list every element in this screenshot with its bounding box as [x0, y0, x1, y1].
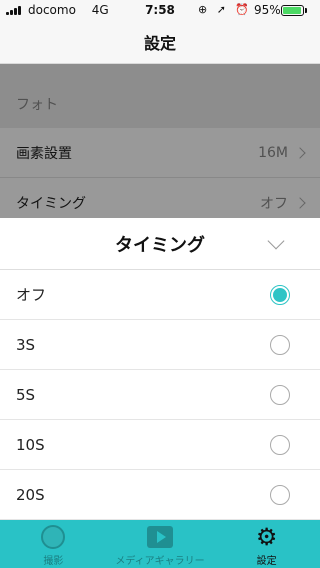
option-label: オフ — [16, 286, 47, 304]
tab-label: 撮影 — [43, 556, 64, 567]
option-row[interactable]: 3S — [0, 320, 320, 370]
radio-selected[interactable] — [270, 284, 290, 305]
battery-cap — [305, 8, 307, 13]
option-row[interactable]: 10S — [0, 420, 320, 470]
tab-label: 設定 — [256, 556, 277, 567]
battery-percent: 95% — [254, 3, 281, 17]
radio-unselected[interactable] — [270, 334, 290, 355]
option-label: 5S — [16, 385, 36, 404]
collapse-sheet-button[interactable] — [264, 232, 288, 256]
radio-unselected[interactable] — [270, 434, 290, 455]
gear-icon: ⚙ — [255, 523, 278, 551]
camera-icon — [41, 525, 66, 549]
timing-picker-sheet: タイミング オフ 3S 5S 10S 20S — [0, 218, 320, 520]
radio-unselected[interactable] — [270, 484, 290, 505]
radio-dot — [273, 287, 287, 302]
option-row[interactable]: オフ — [0, 270, 320, 320]
status-bar: docomo 4G 7:58 ⊕ ➚ ⏰ 95% — [0, 0, 320, 20]
option-label: 3S — [16, 335, 36, 354]
option-label: 20S — [16, 485, 45, 504]
sheet-title: タイミング — [115, 234, 205, 256]
option-row[interactable]: 20S — [0, 470, 320, 520]
battery-fill — [283, 7, 302, 14]
tab-media-gallery[interactable]: メディアギャラリー — [107, 520, 214, 568]
page-title: 設定 — [143, 33, 176, 53]
sheet-header: タイミング — [0, 218, 320, 270]
option-row[interactable]: 5S — [0, 370, 320, 420]
option-label: 10S — [16, 435, 45, 454]
nav-bar: 設定 — [0, 20, 320, 64]
tab-label: メディアギャラリー — [115, 556, 205, 567]
option-list: オフ 3S 5S 10S 20S — [0, 270, 320, 520]
chevron-down-icon — [267, 232, 285, 250]
status-icons: ⊕ ➚ ⏰ — [198, 3, 253, 16]
media-play-icon — [147, 526, 173, 548]
tab-settings[interactable]: ⚙ 設定 — [213, 520, 320, 568]
battery-icon — [281, 5, 304, 16]
tab-capture[interactable]: 撮影 — [0, 520, 107, 568]
radio-unselected[interactable] — [270, 384, 290, 405]
tab-bar: 撮影 メディアギャラリー ⚙ 設定 — [0, 520, 320, 568]
